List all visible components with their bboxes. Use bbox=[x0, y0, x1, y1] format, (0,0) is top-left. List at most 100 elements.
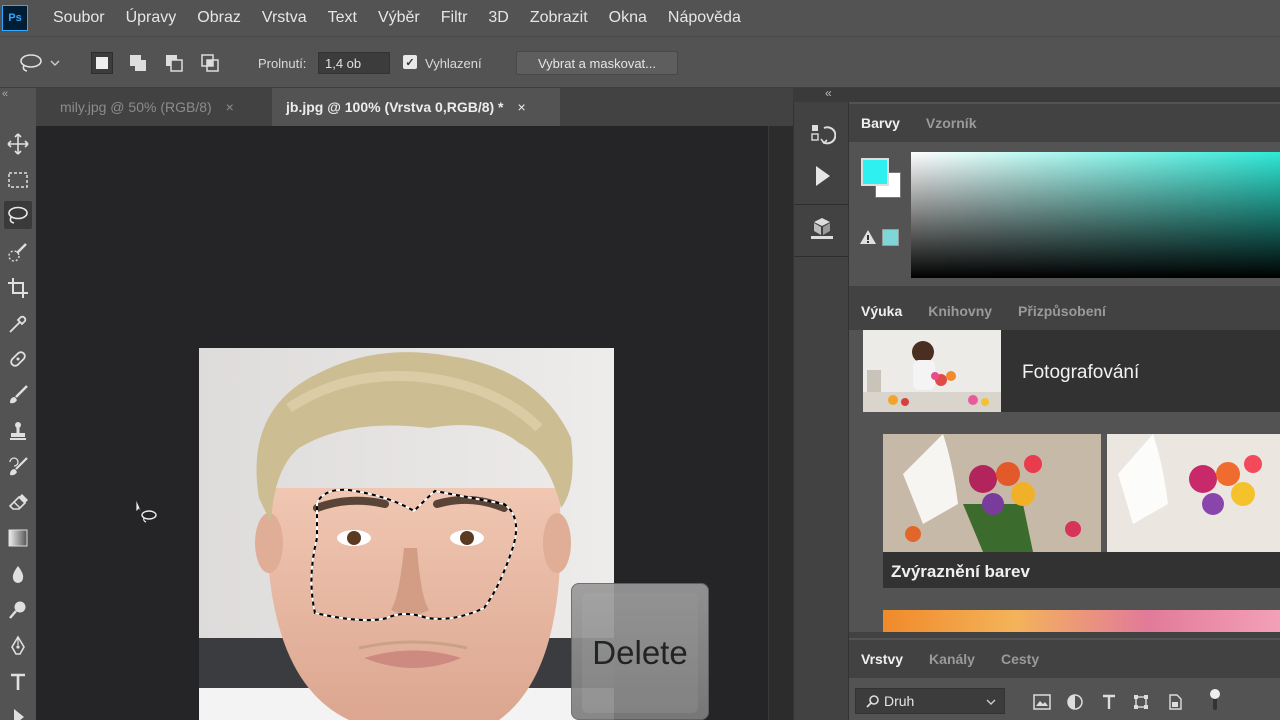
delete-key: Delete bbox=[582, 593, 698, 713]
move-tool[interactable] bbox=[4, 130, 32, 158]
toolbar-collapse-icon[interactable]: « bbox=[2, 88, 8, 100]
lasso-tool[interactable] bbox=[4, 201, 32, 229]
menu-text[interactable]: Text bbox=[328, 9, 357, 27]
lasso-preset-picker[interactable] bbox=[18, 51, 66, 75]
portrait-photo bbox=[199, 348, 614, 720]
florist-thumbnail bbox=[863, 330, 1001, 412]
play-icon bbox=[816, 166, 830, 186]
pen-tool[interactable] bbox=[4, 632, 32, 660]
eraser-tool[interactable] bbox=[4, 488, 32, 516]
intersect-selection-icon bbox=[201, 54, 219, 72]
smart-object-filter-icon[interactable] bbox=[1167, 694, 1183, 710]
lesson-title: Zvýraznění barev bbox=[891, 562, 1030, 581]
menu-filtr[interactable]: Filtr bbox=[441, 9, 468, 27]
gamut-warning-swatch[interactable] bbox=[882, 229, 899, 246]
eyedropper-tool[interactable] bbox=[4, 310, 32, 338]
close-icon[interactable]: × bbox=[518, 99, 526, 115]
type-icon bbox=[11, 673, 25, 690]
tab-vyuka[interactable]: Výuka bbox=[861, 303, 902, 319]
lasso-icon bbox=[20, 54, 42, 72]
feather-input[interactable]: 1,4 ob bbox=[318, 52, 390, 74]
menu-upravy[interactable]: Úpravy bbox=[126, 9, 177, 27]
path-selection-tool[interactable] bbox=[4, 702, 32, 720]
add-to-selection-button[interactable] bbox=[127, 52, 149, 74]
rectangle-marquee-icon bbox=[8, 172, 28, 188]
key-label: Delete bbox=[592, 634, 688, 671]
color-panel-tabs: Barvy Vzorník bbox=[849, 104, 1280, 142]
tab-kanaly[interactable]: Kanály bbox=[929, 651, 975, 667]
dodge-tool[interactable] bbox=[4, 596, 32, 624]
menu-napoveda[interactable]: Nápověda bbox=[668, 9, 741, 27]
menu-obraz[interactable]: Obraz bbox=[197, 9, 241, 27]
close-icon[interactable]: × bbox=[226, 99, 234, 115]
topic-card-photography[interactable]: Fotografování bbox=[863, 330, 1280, 412]
new-selection-button[interactable] bbox=[91, 52, 113, 74]
tools-panel: « bbox=[0, 88, 36, 720]
subtract-from-selection-button[interactable] bbox=[163, 52, 185, 74]
quick-selection-icon bbox=[8, 243, 27, 262]
tab-vzornik[interactable]: Vzorník bbox=[926, 115, 977, 131]
color-spectrum[interactable] bbox=[911, 152, 1280, 278]
move-icon bbox=[7, 133, 29, 155]
tab-prizpusobeni[interactable]: Přizpůsobení bbox=[1018, 303, 1106, 319]
3d-panel-button[interactable] bbox=[808, 214, 836, 242]
menu-3d[interactable]: 3D bbox=[488, 9, 508, 27]
collapse-panels-icon[interactable]: « bbox=[825, 86, 832, 100]
photoshop-logo: Ps bbox=[2, 5, 28, 31]
lesson-card-enhance-colors[interactable]: Zvýraznění barev bbox=[883, 434, 1280, 588]
adjustment-filter-icon[interactable] bbox=[1067, 694, 1083, 710]
warning-icon bbox=[860, 230, 876, 244]
canvas-scrollbar[interactable] bbox=[768, 126, 793, 720]
foreground-color-swatch[interactable] bbox=[861, 158, 889, 186]
blur-tool[interactable] bbox=[4, 560, 32, 588]
dock-header: « bbox=[793, 86, 1280, 102]
menu-vyber[interactable]: Výběr bbox=[378, 9, 420, 27]
dodge-icon bbox=[9, 601, 26, 619]
actions-panel-button[interactable] bbox=[808, 162, 836, 190]
intersect-selection-button[interactable] bbox=[199, 52, 221, 74]
next-lesson-card[interactable] bbox=[883, 610, 1280, 632]
history-brush-tool[interactable] bbox=[4, 453, 32, 481]
eyedropper-icon bbox=[9, 315, 27, 333]
tab-vrstvy[interactable]: Vrstvy bbox=[861, 651, 903, 667]
antialias-checkbox[interactable]: ✓ bbox=[403, 55, 417, 69]
type-filter-icon[interactable] bbox=[1101, 694, 1117, 710]
tab-barvy[interactable]: Barvy bbox=[861, 115, 900, 131]
menu-vrstva[interactable]: Vrstva bbox=[262, 9, 307, 27]
lesson-thumbnail bbox=[883, 434, 1280, 552]
crop-tool[interactable] bbox=[4, 274, 32, 302]
gradient-tool[interactable] bbox=[4, 524, 32, 552]
history-panel-button[interactable] bbox=[808, 122, 837, 150]
brush-tool[interactable] bbox=[4, 381, 32, 409]
menu-okna[interactable]: Okna bbox=[609, 9, 647, 27]
tab-knihovny[interactable]: Knihovny bbox=[928, 303, 992, 319]
healing-brush-tool[interactable] bbox=[4, 345, 32, 373]
shape-filter-icon[interactable] bbox=[1133, 694, 1149, 710]
color-panel: Barvy Vzorník bbox=[849, 102, 1280, 286]
tab-label: mily.jpg @ 50% (RGB/8) bbox=[60, 99, 212, 115]
cube-icon bbox=[811, 218, 833, 239]
feather-label: Prolnutí: bbox=[258, 56, 307, 71]
layers-panel: Vrstvy Kanály Cesty Druh bbox=[849, 638, 1280, 720]
layer-kind-filter[interactable]: Druh bbox=[855, 688, 1005, 714]
type-tool[interactable] bbox=[4, 668, 32, 696]
quick-selection-tool[interactable] bbox=[4, 238, 32, 266]
panel-icon-dock bbox=[793, 102, 850, 720]
marquee-tool[interactable] bbox=[4, 166, 32, 194]
tab-label: jb.jpg @ 100% (Vrstva 0,RGB/8) * bbox=[286, 99, 504, 115]
learn-panel: Výuka Knihovny Přizpůsobení Fotografován… bbox=[849, 292, 1280, 632]
menu-zobrazit[interactable]: Zobrazit bbox=[530, 9, 588, 27]
menu-soubor[interactable]: Soubor bbox=[53, 9, 105, 27]
chevron-down-icon bbox=[50, 60, 60, 66]
tab-mily-jpg[interactable]: mily.jpg @ 50% (RGB/8) × bbox=[36, 88, 271, 126]
tab-cesty[interactable]: Cesty bbox=[1001, 651, 1039, 667]
brush-icon bbox=[10, 385, 28, 404]
document-image[interactable] bbox=[199, 348, 614, 720]
document-tab-bar: mily.jpg @ 50% (RGB/8) × jb.jpg @ 100% (… bbox=[36, 88, 793, 126]
image-filter-icon[interactable] bbox=[1033, 694, 1051, 710]
gradient-icon bbox=[8, 529, 28, 547]
select-and-mask-button[interactable]: Vybrat a maskovat... bbox=[516, 51, 678, 75]
tab-jb-jpg[interactable]: jb.jpg @ 100% (Vrstva 0,RGB/8) * × bbox=[272, 88, 560, 126]
filter-toggle-icon[interactable] bbox=[1209, 688, 1221, 712]
clone-stamp-tool[interactable] bbox=[4, 417, 32, 445]
